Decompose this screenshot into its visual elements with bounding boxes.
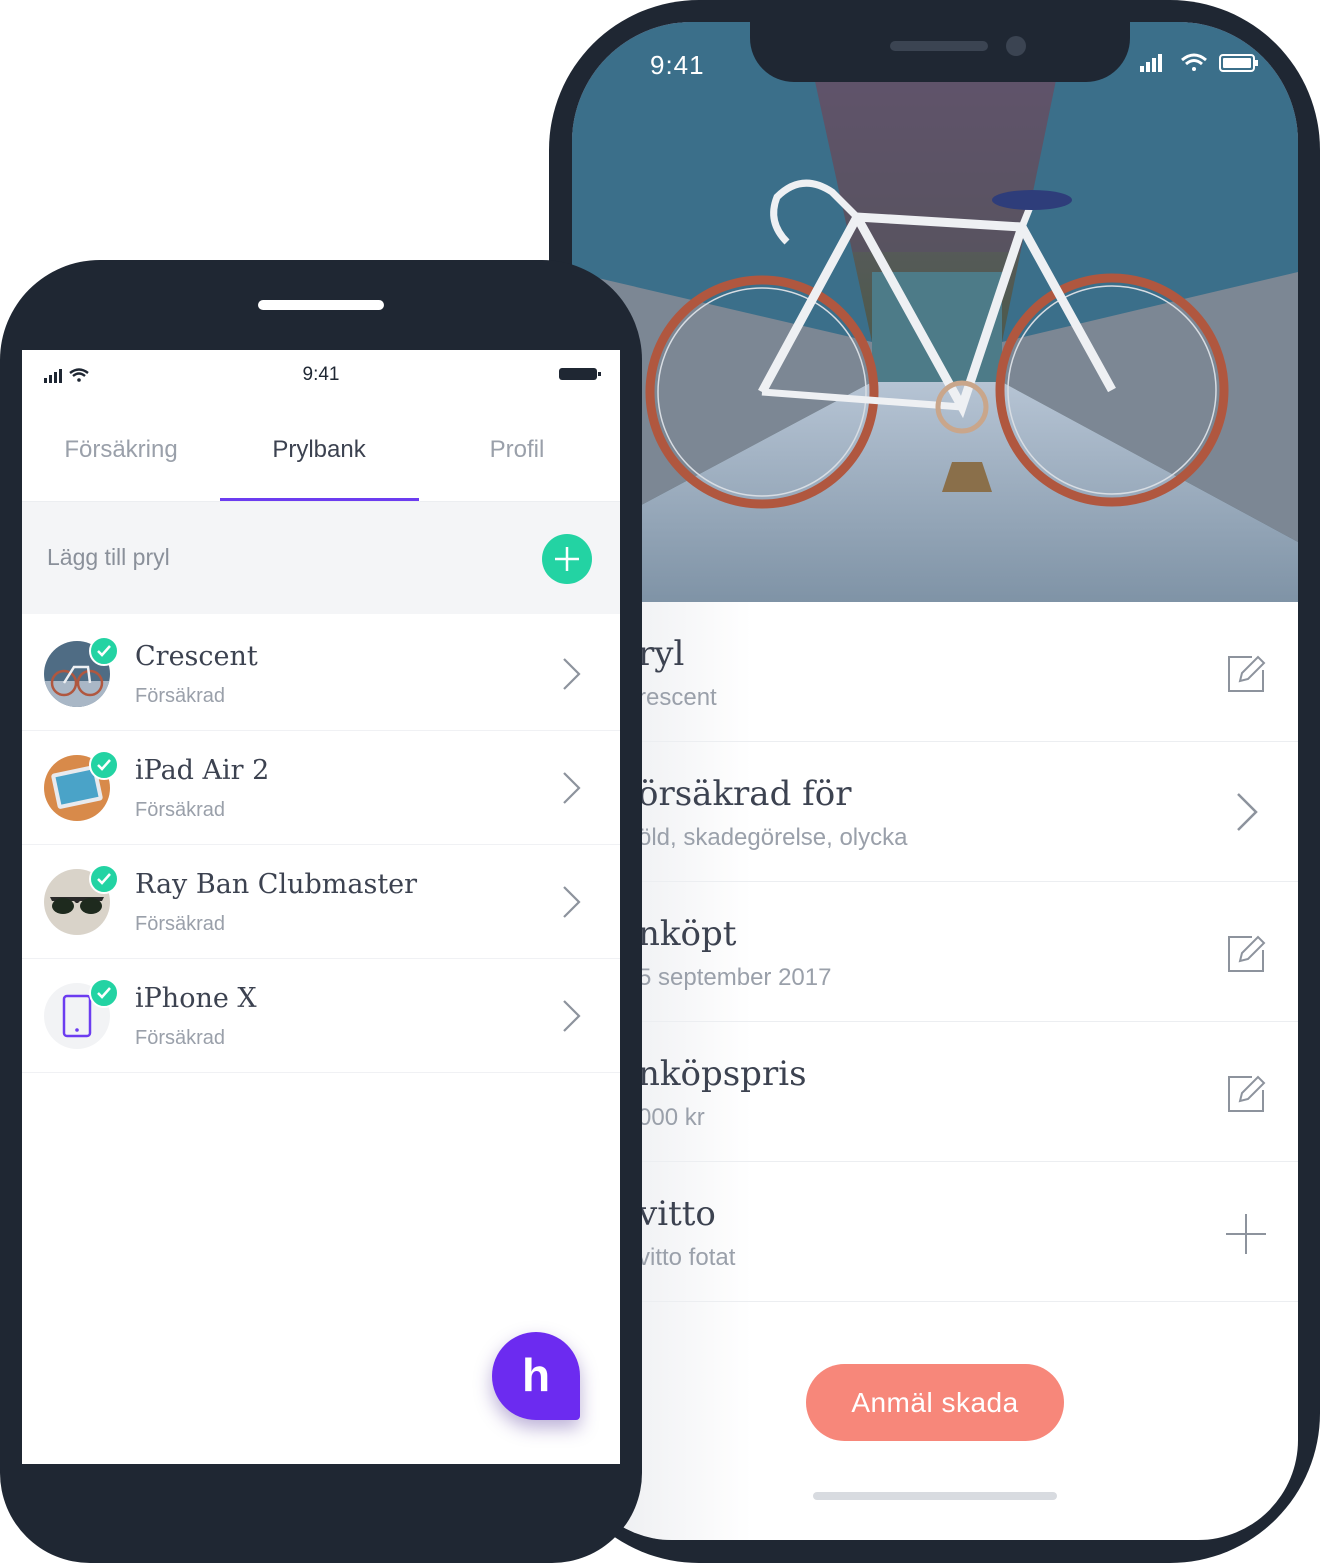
chevron-right-icon — [563, 772, 581, 804]
insured-check-icon — [89, 750, 119, 780]
chevron-right-icon[interactable] — [1226, 792, 1266, 832]
detail-subtitle: 5 september 2017 — [638, 964, 832, 991]
insured-check-icon — [89, 978, 119, 1008]
plus-icon — [555, 547, 579, 571]
edit-icon[interactable] — [1226, 934, 1266, 974]
list-item[interactable]: Crescent Försäkrad — [22, 617, 620, 731]
add-item-row[interactable]: Lägg till pryl — [22, 502, 620, 614]
signal-icon — [1140, 54, 1162, 72]
detail-subtitle: öld, skadegörelse, olycka — [638, 824, 908, 851]
edit-icon[interactable] — [1226, 1074, 1266, 1114]
detail-title: nköpspris — [638, 1054, 807, 1094]
tab-prylbank[interactable]: Prylbank — [220, 436, 418, 464]
chevron-right-icon — [563, 886, 581, 918]
detail-row-coverage[interactable]: örsäkrad för öld, skadegörelse, olycka — [572, 742, 1298, 882]
detail-title: nköpt — [638, 914, 737, 954]
detail-subtitle: rescent — [638, 684, 717, 711]
insured-check-icon — [89, 864, 119, 894]
home-indicator — [813, 1492, 1057, 1500]
detail-subtitle: 000 kr — [638, 1104, 705, 1131]
edit-icon[interactable] — [1226, 654, 1266, 694]
list-item[interactable]: iPad Air 2 Försäkrad — [22, 731, 620, 845]
tab-forsakring[interactable]: Försäkring — [22, 436, 220, 464]
list-item[interactable]: iPhone X Försäkrad — [22, 959, 620, 1073]
item-name: iPhone X — [135, 983, 257, 1014]
status-time: 9:41 — [650, 50, 705, 80]
report-damage-button[interactable]: Anmäl skada — [806, 1364, 1064, 1441]
detail-title: örsäkrad för — [638, 774, 852, 814]
chevron-right-icon — [563, 658, 581, 690]
battery-icon — [559, 368, 601, 380]
detail-row-receipt[interactable]: vitto vitto fotat — [572, 1162, 1298, 1302]
item-name: iPad Air 2 — [135, 755, 270, 786]
bike-photo — [572, 22, 1298, 602]
earpiece — [890, 41, 988, 51]
wifi-icon — [1181, 53, 1207, 71]
item-status: Försäkrad — [135, 685, 226, 707]
list-item[interactable]: Ray Ban Clubmaster Försäkrad — [22, 845, 620, 959]
plus-icon[interactable] — [1226, 1214, 1266, 1254]
detail-title: ryl — [638, 634, 685, 674]
insured-check-icon — [89, 636, 119, 666]
prylbank-screen: 9:41 Försäkring Prylbank Profil Lägg til… — [22, 350, 620, 1464]
detail-subtitle: vitto fotat — [638, 1244, 736, 1271]
battery-icon — [1219, 54, 1258, 72]
detail-row-price[interactable]: nköpspris 000 kr — [572, 1022, 1298, 1162]
earpiece — [258, 300, 384, 310]
front-camera — [1006, 36, 1026, 56]
detail-row-purchased[interactable]: nköpt 5 september 2017 — [572, 882, 1298, 1022]
add-item-button[interactable] — [542, 534, 592, 584]
item-status: Försäkrad — [135, 913, 226, 935]
tab-bar: Försäkring Prylbank Profil — [22, 420, 620, 500]
detail-title: vitto — [638, 1194, 716, 1234]
item-name: Ray Ban Clubmaster — [135, 869, 418, 900]
item-name: Crescent — [135, 641, 258, 672]
add-item-label: Lägg till pryl — [47, 544, 170, 570]
item-status: Försäkrad — [135, 1027, 226, 1049]
chevron-right-icon — [563, 1000, 581, 1032]
item-status: Försäkrad — [135, 799, 226, 821]
status-time: 9:41 — [302, 364, 340, 385]
status-icons — [1140, 53, 1258, 72]
chat-button[interactable]: h — [492, 1332, 580, 1420]
detail-row-pryl[interactable]: ryl rescent — [572, 602, 1298, 742]
status-bar: 9:41 — [22, 350, 620, 396]
tab-profil[interactable]: Profil — [418, 436, 616, 464]
